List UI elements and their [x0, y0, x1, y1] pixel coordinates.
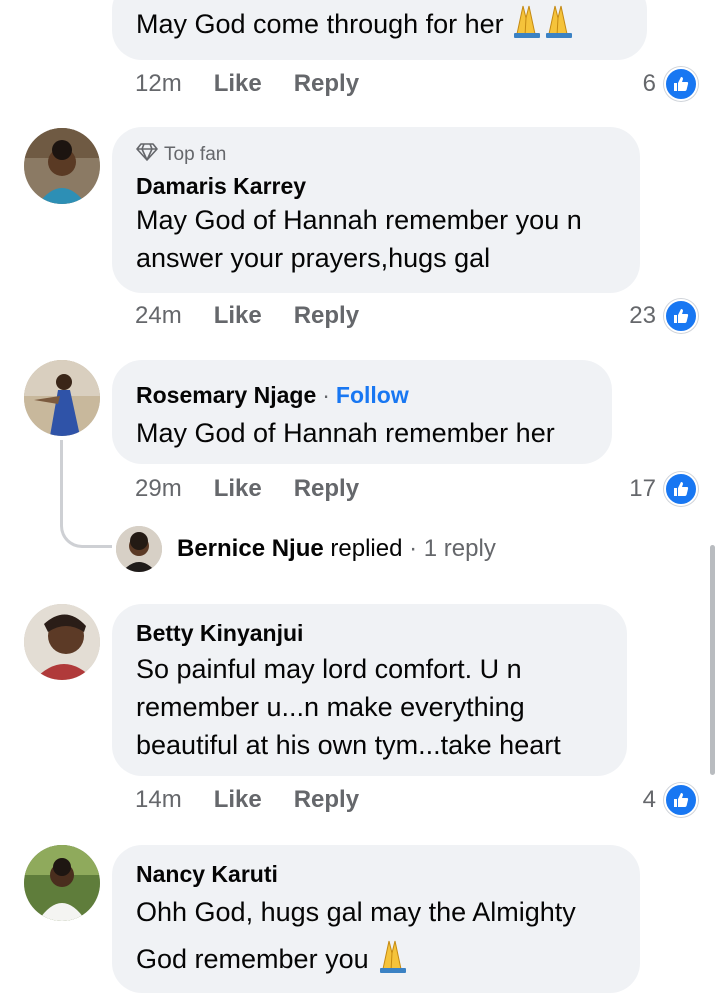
- comment-bubble: Rosemary Njage · Follow May God of Hannah …: [112, 360, 612, 464]
- like-reaction-icon: [664, 299, 698, 333]
- comment-text-line: beautiful at his own tym...take heart: [136, 730, 561, 760]
- comment-time[interactable]: 24m: [135, 302, 182, 330]
- reaction-summary[interactable]: 6: [643, 67, 698, 101]
- like-button[interactable]: Like: [214, 786, 262, 814]
- comment-bubble: Betty Kinyanjui So painful may lord comf…: [112, 604, 627, 776]
- comment-author-row: Rosemary Njage · Follow: [136, 380, 588, 410]
- avatar[interactable]: [24, 128, 100, 204]
- comment-text-line-row: God remember you: [136, 939, 616, 983]
- praying-hands-emoji: [376, 939, 410, 983]
- comment-author[interactable]: Rosemary Njage: [136, 382, 316, 408]
- praying-hands-emoji: [511, 4, 575, 48]
- comment-actions: 14m Like Reply: [135, 786, 359, 814]
- reply-avatar[interactable]: [116, 526, 162, 572]
- view-replies-link[interactable]: Bernice Njue replied · 1 reply: [177, 533, 496, 565]
- comment-author[interactable]: Betty Kinyanjui: [136, 618, 603, 648]
- like-button[interactable]: Like: [214, 70, 262, 98]
- reaction-summary[interactable]: 23: [629, 299, 698, 333]
- reply-verb: replied: [330, 535, 403, 562]
- like-reaction-icon: [664, 783, 698, 817]
- reply-count: 1 reply: [423, 535, 496, 562]
- comment-text: May God come through for her: [136, 0, 623, 48]
- separator-dot: ·: [322, 382, 330, 408]
- reaction-summary[interactable]: 17: [629, 472, 698, 506]
- comment-time[interactable]: 29m: [135, 475, 182, 503]
- reaction-count: 17: [629, 475, 656, 502]
- top-fan-badge: Top fan: [136, 141, 616, 169]
- comment-actions: 12m Like Reply: [135, 70, 359, 98]
- comment-time[interactable]: 14m: [135, 786, 182, 814]
- separator-dot: ·: [409, 535, 418, 562]
- reply-button[interactable]: Reply: [294, 70, 359, 98]
- comment-text-line: remember u...n make everything: [136, 692, 525, 722]
- comment-text-line: So painful may lord comfort. U n: [136, 654, 522, 684]
- comment-bubble: May God come through for her: [112, 0, 647, 60]
- reply-button[interactable]: Reply: [294, 475, 359, 503]
- follow-button[interactable]: Follow: [336, 382, 409, 408]
- comment-text-line: Ohh God, hugs gal may the Almighty: [136, 897, 576, 927]
- comment-author[interactable]: Nancy Karuti: [136, 859, 616, 889]
- comment-actions: 29m Like Reply: [135, 475, 359, 503]
- reply-thread-line: [60, 440, 112, 548]
- like-reaction-icon: [664, 67, 698, 101]
- reaction-summary[interactable]: 4: [643, 783, 698, 817]
- avatar[interactable]: [24, 845, 100, 921]
- scrollbar[interactable]: [710, 545, 715, 775]
- reaction-count: 6: [642, 70, 656, 97]
- avatar[interactable]: [24, 604, 100, 680]
- comment-bubble: Nancy Karuti Ohh God, hugs gal may the A…: [112, 845, 640, 993]
- comment-text: May God of Hannah remember her: [136, 418, 555, 448]
- reaction-count: 4: [642, 786, 656, 813]
- comment-text-line: God remember you: [136, 944, 369, 975]
- reply-author: Bernice Njue: [177, 535, 324, 562]
- top-fan-diamond-icon: [136, 142, 158, 168]
- like-button[interactable]: Like: [214, 302, 262, 330]
- reaction-count: 23: [629, 302, 656, 329]
- avatar[interactable]: [24, 360, 100, 436]
- comment-time[interactable]: 12m: [135, 70, 182, 98]
- like-button[interactable]: Like: [214, 475, 262, 503]
- comment-text-line: answer your prayers,hugs gal: [136, 243, 491, 273]
- comment-text-line: May God of Hannah remember you n: [136, 205, 582, 235]
- reply-button[interactable]: Reply: [294, 302, 359, 330]
- comment-author[interactable]: Damaris Karrey: [136, 171, 616, 201]
- reply-button[interactable]: Reply: [294, 786, 359, 814]
- comment-actions: 24m Like Reply: [135, 302, 359, 330]
- comment-bubble: Top fan Damaris Karrey May God of Hannah…: [112, 127, 640, 293]
- like-reaction-icon: [664, 472, 698, 506]
